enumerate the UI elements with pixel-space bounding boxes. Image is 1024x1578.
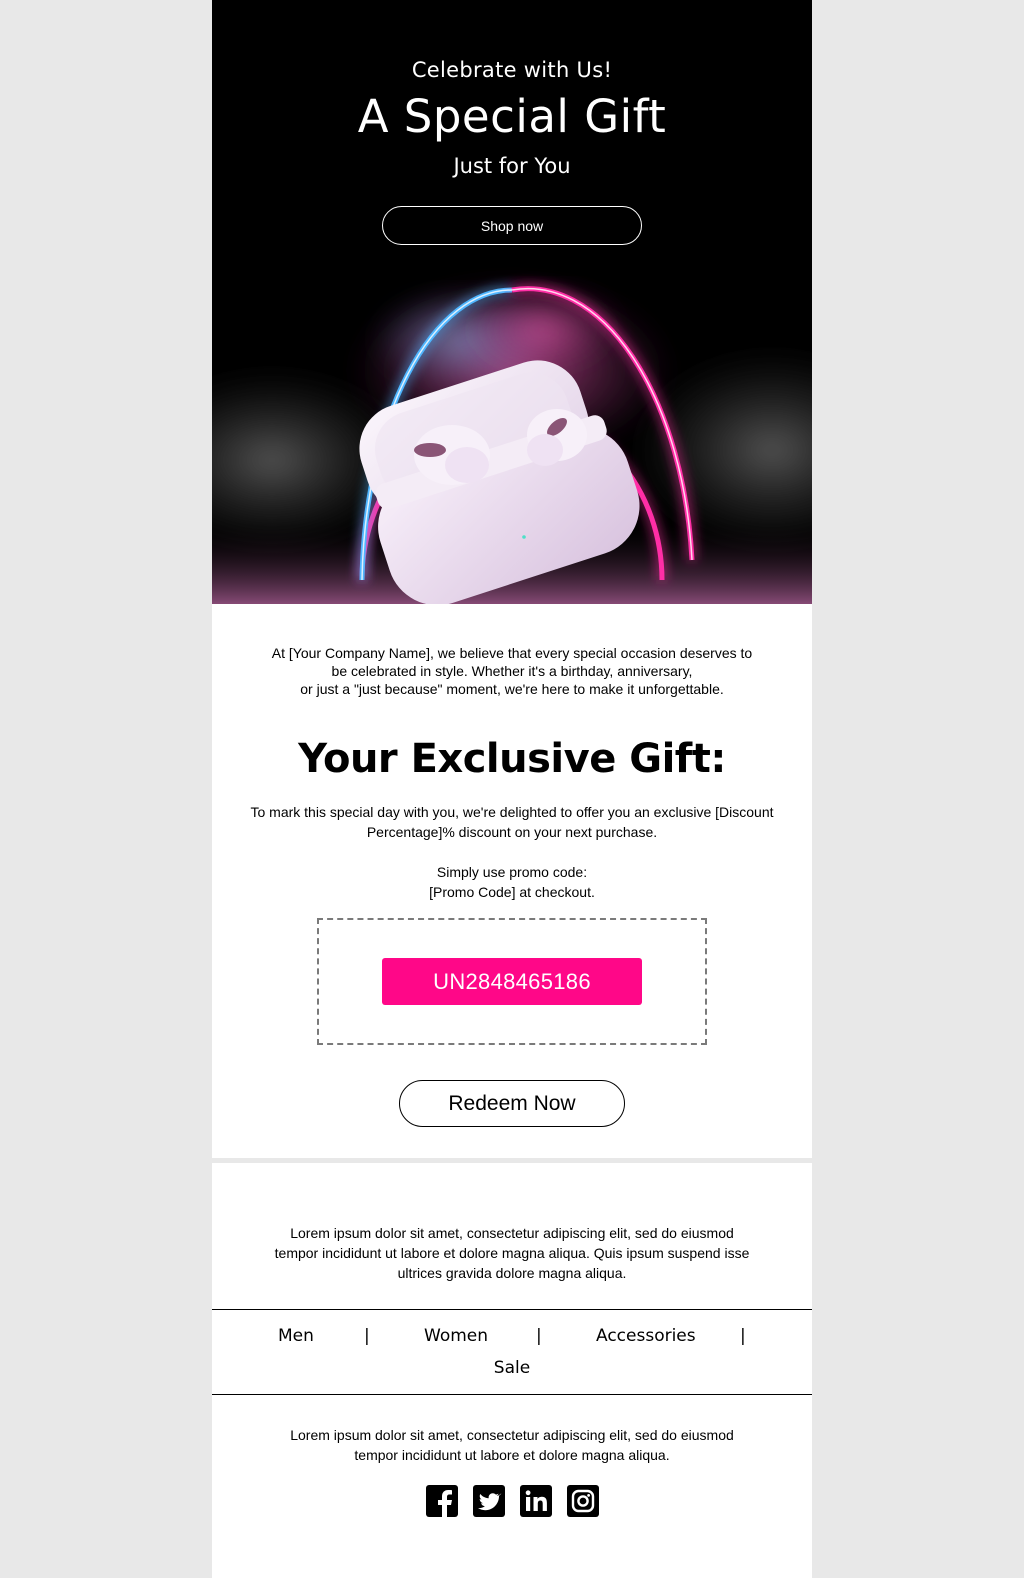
nav-link-sale[interactable]: Sale xyxy=(212,1358,812,1378)
nav-separator: | xyxy=(740,1326,746,1346)
nav-separator: | xyxy=(536,1326,542,1346)
promo-instructions: Simply use promo code: [Promo Code] at c… xyxy=(429,864,595,900)
hero-banner: Celebrate with Us! A Special Gift Just f… xyxy=(212,0,812,604)
hero-tagline: Just for You xyxy=(453,154,571,178)
email-container: Celebrate with Us! A Special Gift Just f… xyxy=(212,0,812,1578)
gift-section: At [Your Company Name], we believe that … xyxy=(212,604,812,1158)
intro-text: At [Your Company Name], we believe that … xyxy=(271,645,753,697)
footer-outro-text: Lorem ipsum dolor sit amet, consectetur … xyxy=(290,1427,734,1463)
promo-code-badge[interactable]: UN2848465186 xyxy=(382,958,642,1005)
redeem-now-button[interactable]: Redeem Now xyxy=(399,1080,625,1127)
gift-description: To mark this special day with you, we're… xyxy=(250,804,774,840)
footer-intro-text: Lorem ipsum dolor sit amet, consectetur … xyxy=(274,1225,750,1281)
shop-now-button[interactable]: Shop now xyxy=(382,206,642,245)
earbuds-product-image xyxy=(212,280,812,604)
hero-title: A Special Gift xyxy=(357,90,667,143)
gift-heading: Your Exclusive Gift: xyxy=(298,736,726,782)
hero-subtitle: Celebrate with Us! xyxy=(411,58,613,82)
nav-link-women[interactable]: Women xyxy=(424,1326,488,1346)
footer-nav: Men | Women | Accessories | Sale xyxy=(212,1309,812,1395)
nav-link-men[interactable]: Men xyxy=(278,1326,314,1346)
footer: Lorem ipsum dolor sit amet, consectetur … xyxy=(212,1163,812,1578)
nav-separator: | xyxy=(364,1326,370,1346)
linkedin-icon[interactable] xyxy=(519,1485,552,1517)
social-links xyxy=(212,1485,812,1517)
nav-link-accessories[interactable]: Accessories xyxy=(596,1326,696,1346)
twitter-icon[interactable] xyxy=(472,1485,505,1517)
facebook-icon[interactable] xyxy=(425,1485,458,1517)
instagram-icon[interactable] xyxy=(566,1485,599,1517)
